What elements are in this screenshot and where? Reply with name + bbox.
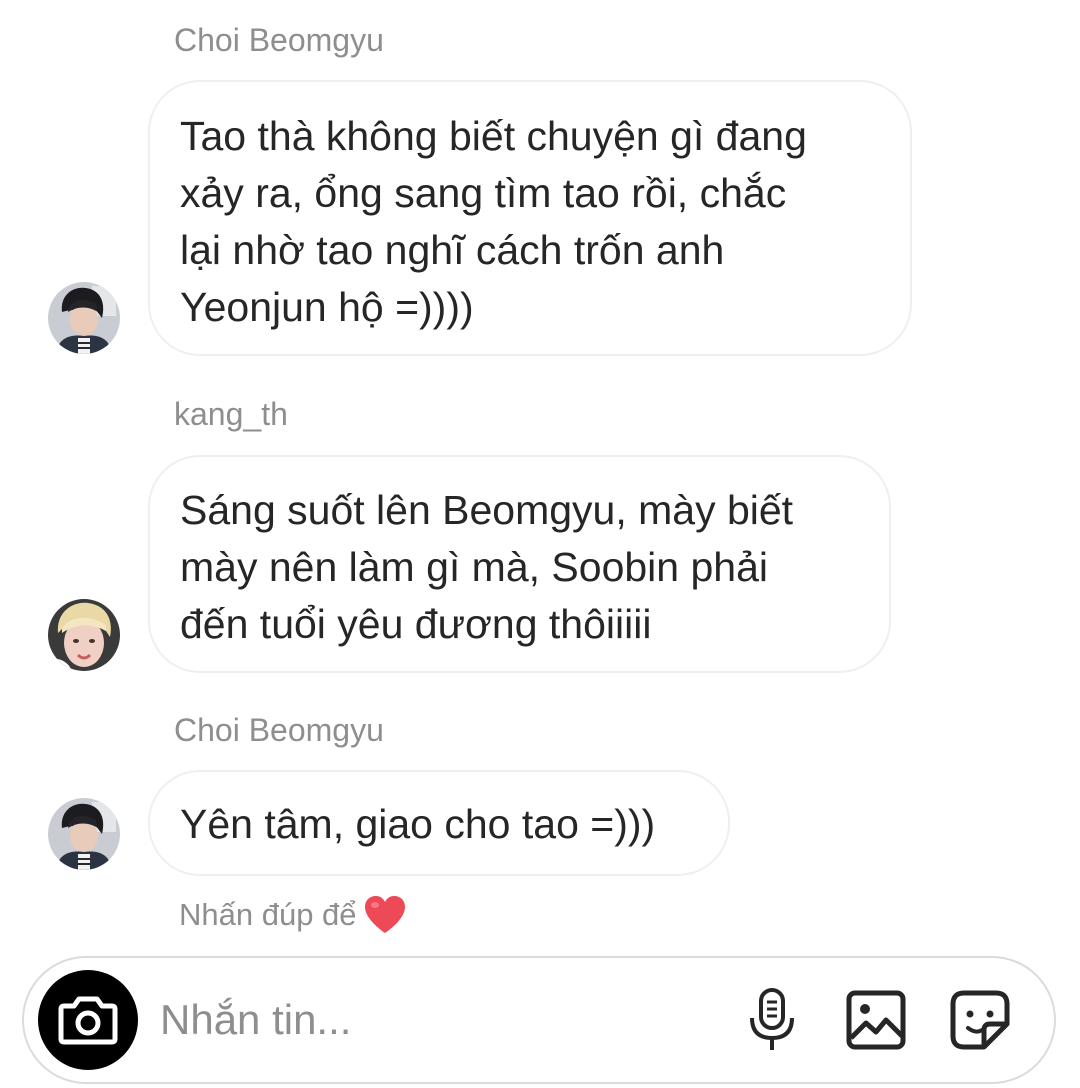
message-line: Yên tâm, giao cho tao =))) bbox=[180, 801, 656, 847]
avatar-kang-th bbox=[48, 599, 120, 671]
heart-icon bbox=[363, 895, 407, 935]
message-bubble[interactable]: Sáng suốt lên Beomgyu, mày biết mày nên … bbox=[148, 455, 891, 673]
message-bubble[interactable]: Tao thà không biết chuyện gì đang xảy ra… bbox=[148, 80, 912, 356]
hint-text: Nhấn đúp để bbox=[179, 897, 357, 932]
sender-name: Choi Beomgyu bbox=[174, 22, 384, 58]
message-line: đến tuổi yêu đương thôiiiii bbox=[180, 601, 652, 647]
avatar[interactable] bbox=[48, 282, 120, 354]
avatar-beomgyu bbox=[48, 282, 120, 354]
sender-name: Choi Beomgyu bbox=[174, 712, 384, 748]
message-line: lại nhờ tao nghĩ cách trốn anh bbox=[180, 227, 725, 273]
gallery-icon bbox=[846, 990, 906, 1050]
camera-icon bbox=[58, 996, 118, 1045]
avatar-beomgyu bbox=[48, 798, 120, 870]
double-tap-hint: Nhấn đúp để bbox=[179, 895, 407, 935]
message-line: Sáng suốt lên Beomgyu, mày biết bbox=[180, 487, 794, 533]
message-line: xảy ra, ổng sang tìm tao rồi, chắc bbox=[180, 170, 787, 216]
microphone-icon bbox=[750, 988, 794, 1050]
message-input[interactable] bbox=[160, 992, 720, 1048]
sender-name: kang_th bbox=[174, 396, 288, 432]
message-bubble[interactable]: Yên tâm, giao cho tao =))) bbox=[148, 770, 730, 876]
message-line: Tao thà không biết chuyện gì đang bbox=[180, 113, 807, 159]
message-composer bbox=[22, 956, 1056, 1084]
avatar[interactable] bbox=[48, 798, 120, 870]
voice-message-button[interactable] bbox=[740, 988, 804, 1052]
message-line: mày nên làm gì mà, Soobin phải bbox=[180, 544, 768, 590]
gallery-button[interactable] bbox=[844, 988, 908, 1052]
sticker-icon bbox=[950, 990, 1010, 1050]
camera-button[interactable] bbox=[38, 970, 138, 1070]
avatar[interactable] bbox=[48, 599, 120, 671]
sticker-button[interactable] bbox=[948, 988, 1012, 1052]
message-line: Yeonjun hộ =)))) bbox=[180, 284, 474, 330]
